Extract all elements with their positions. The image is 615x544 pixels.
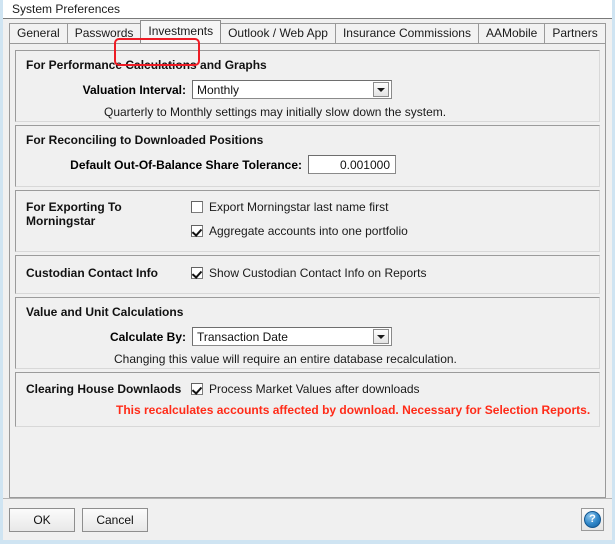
valuation-interval-select[interactable]: Monthly — [192, 80, 392, 99]
calculate-by-select[interactable]: Transaction Date — [192, 327, 392, 346]
tab-strip: General Passwords Investments Outlook / … — [3, 19, 612, 43]
share-tolerance-input[interactable] — [308, 155, 396, 174]
tab-partners[interactable]: Partners — [544, 23, 606, 43]
performance-group: For Performance Calculations and Graphs … — [15, 50, 600, 122]
export-last-name-first-label: Export Morningstar last name first — [209, 200, 389, 214]
export-last-name-first-checkbox[interactable]: Export Morningstar last name first — [191, 200, 589, 214]
dialog-client-area: General Passwords Investments Outlook / … — [3, 18, 612, 540]
investments-tab-panel: For Performance Calculations and Graphs … — [9, 43, 606, 498]
valuation-interval-value: Monthly — [197, 82, 240, 97]
dialog-button-bar: OK Cancel ? — [3, 498, 612, 540]
reconciling-group-title: For Reconciling to Downloaded Positions — [26, 133, 264, 147]
tab-passwords[interactable]: Passwords — [66, 23, 142, 43]
aggregate-accounts-label: Aggregate accounts into one portfolio — [209, 224, 408, 238]
morningstar-group: For Exporting To Morningstar Export Morn… — [15, 190, 600, 252]
morningstar-group-title: For Exporting To Morningstar — [26, 200, 122, 228]
tab-general[interactable]: General — [9, 23, 68, 43]
custodian-group-title: Custodian Contact Info — [26, 266, 158, 280]
chevron-down-icon[interactable] — [373, 82, 389, 97]
aggregate-accounts-checkbox[interactable]: Aggregate accounts into one portfolio — [191, 224, 589, 238]
ok-button[interactable]: OK — [9, 507, 75, 532]
clearing-house-group-title: Clearing House Downlaods — [26, 382, 182, 396]
checkbox-icon — [191, 201, 203, 213]
share-tolerance-label: Default Out-Of-Balance Share Tolerance: — [70, 157, 302, 172]
show-custodian-contact-checkbox[interactable]: Show Custodian Contact Info on Reports — [191, 266, 426, 280]
calculate-by-label: Calculate By: — [109, 329, 186, 344]
tab-insurance-commissions[interactable]: Insurance Commissions — [334, 23, 479, 43]
valuation-interval-row: Valuation Interval: Monthly — [26, 80, 589, 99]
chevron-down-icon[interactable] — [373, 329, 389, 344]
calculate-by-value: Transaction Date — [197, 329, 288, 344]
value-unit-group: Value and Unit Calculations Calculate By… — [15, 297, 600, 369]
checkbox-checked-icon — [191, 267, 203, 279]
show-custodian-contact-label: Show Custodian Contact Info on Reports — [209, 266, 427, 280]
checkbox-checked-icon — [191, 383, 203, 395]
performance-group-title: For Performance Calculations and Graphs — [26, 58, 267, 72]
process-market-values-checkbox[interactable]: Process Market Values after downloads — [191, 382, 420, 396]
share-tolerance-row: Default Out-Of-Balance Share Tolerance: — [26, 155, 589, 174]
window-title: System Preferences — [3, 0, 612, 18]
help-icon: ? — [584, 511, 601, 528]
tab-aamobile[interactable]: AAMobile — [477, 23, 546, 43]
calculate-by-row: Calculate By: Transaction Date — [26, 327, 589, 346]
clearing-house-warning: This recalculates accounts affected by d… — [116, 403, 591, 417]
clearing-house-group: Clearing House Downlaods Process Market … — [15, 372, 600, 427]
help-button[interactable]: ? — [581, 508, 604, 531]
system-preferences-window: System Preferences General Passwords Inv… — [0, 0, 615, 544]
checkbox-checked-icon — [191, 225, 203, 237]
custodian-group: Custodian Contact Info Show Custodian Co… — [15, 255, 600, 294]
tab-investments[interactable]: Investments — [140, 20, 222, 43]
process-market-values-label: Process Market Values after downloads — [209, 382, 420, 396]
valuation-interval-label: Valuation Interval: — [82, 82, 186, 97]
tab-outlook-web-app[interactable]: Outlook / Web App — [220, 23, 336, 43]
performance-note: Quarterly to Monthly settings may initia… — [104, 105, 447, 119]
value-unit-note: Changing this value will require an enti… — [114, 352, 457, 366]
value-unit-group-title: Value and Unit Calculations — [26, 305, 184, 319]
cancel-button[interactable]: Cancel — [82, 507, 148, 532]
reconciling-group: For Reconciling to Downloaded Positions … — [15, 125, 600, 187]
